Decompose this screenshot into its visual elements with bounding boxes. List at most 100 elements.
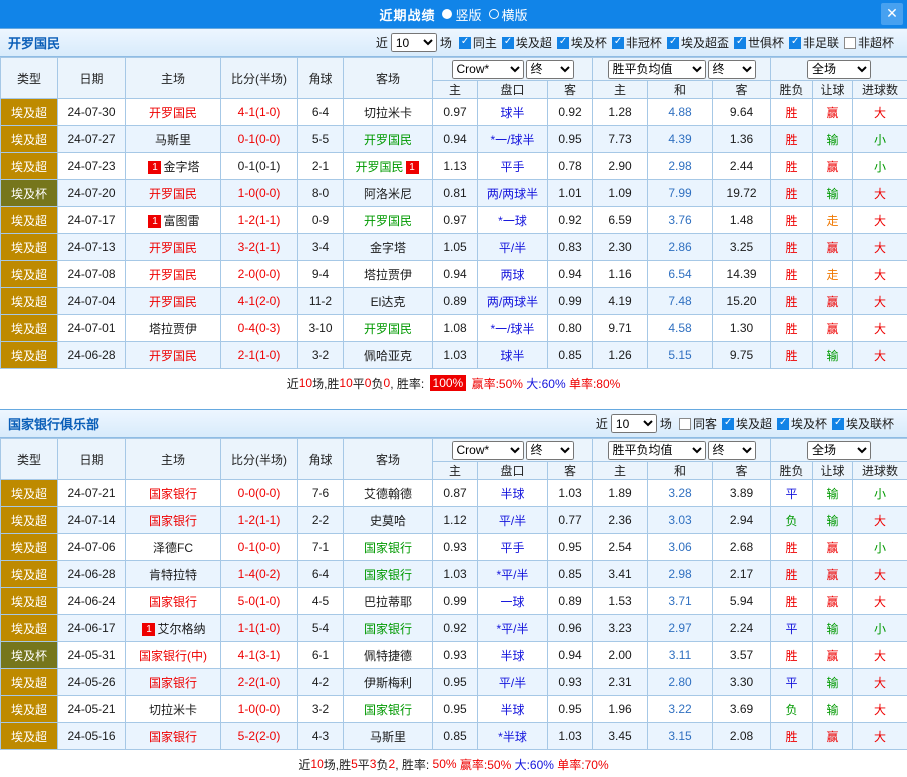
col-header-date: 日期 (58, 58, 126, 99)
avg-time-select[interactable]: 终 (708, 441, 756, 460)
checkbox-label: 非超杯 (858, 34, 894, 51)
close-icon[interactable]: ✕ (881, 3, 903, 25)
corner-score: 6-4 (298, 99, 344, 126)
filter-checkbox-0[interactable]: 同主 (459, 34, 497, 51)
checkbox-icon[interactable] (557, 37, 569, 49)
filter-checkbox-3[interactable]: 埃及联杯 (832, 415, 894, 432)
filter-checkbox-2[interactable]: 埃及杯 (777, 415, 827, 432)
filter-checkbox-0[interactable]: 同客 (679, 415, 717, 432)
checkbox-icon[interactable] (722, 418, 734, 430)
filter-checkbox-5[interactable]: 世俱杯 (734, 34, 784, 51)
match-date: 24-05-31 (58, 642, 126, 669)
home-team: 开罗国民 (126, 180, 221, 207)
layout-radio-vertical[interactable]: 竖版 (442, 5, 481, 24)
match-row: 埃及超24-07-04开罗国民4-1(2-0)11-2El达克0.89两/两球半… (1, 288, 907, 315)
team-label: 肯特拉特 (149, 568, 197, 582)
result-wdl: 负 (771, 696, 813, 723)
sub-header-odds-home: 主 (433, 81, 478, 99)
summary-segment: , 胜率: (390, 375, 427, 392)
home-team: 1富图雷 (126, 207, 221, 234)
sub-header-avg-draw: 和 (648, 462, 713, 480)
result-goals: 大 (853, 696, 907, 723)
odds-handicap: 两球 (478, 261, 548, 288)
match-row: 埃及超24-07-01塔拉贾伊0-4(0-3)3-10开罗国民1.08*一/球半… (1, 315, 907, 342)
team-label: 金字塔 (370, 241, 406, 255)
filter-checkbox-7[interactable]: 非超杯 (844, 34, 894, 51)
checkbox-icon[interactable] (832, 418, 844, 430)
home-team: 切拉米卡 (126, 696, 221, 723)
result-wdl: 胜 (771, 288, 813, 315)
avg-type-select[interactable]: 胜平负均值 (608, 441, 706, 460)
filter-checkbox-3[interactable]: 非冠杯 (612, 34, 662, 51)
match-score: 4-1(2-0) (221, 288, 298, 315)
sub-header-avg-away: 客 (713, 462, 771, 480)
match-score: 1-0(0-0) (221, 696, 298, 723)
match-type: 埃及超 (1, 723, 58, 750)
checkbox-icon[interactable] (667, 37, 679, 49)
checkbox-icon[interactable] (777, 418, 789, 430)
odds-source-select[interactable]: Crow* (452, 441, 524, 460)
odds-time-select[interactable]: 终 (526, 60, 574, 79)
col-header-corner: 角球 (298, 58, 344, 99)
scope-select[interactable]: 全场 (807, 60, 871, 79)
avg-time-select[interactable]: 终 (708, 60, 756, 79)
odds-home: 1.03 (433, 561, 478, 588)
checkbox-icon[interactable] (459, 37, 471, 49)
team-label: 史莫哈 (370, 514, 406, 528)
summary-segment: 赢率:50% (457, 756, 512, 773)
corner-score: 2-2 (298, 507, 344, 534)
checkbox-icon[interactable] (679, 418, 691, 430)
filter-checkbox-2[interactable]: 埃及杯 (557, 34, 607, 51)
matches-table: 类型 日期 主场 比分(半场) 角球 客场 Crow*终 胜平负均值终 全场 (0, 57, 907, 369)
layout-radio-horizontal[interactable]: 横版 (489, 5, 528, 24)
avg-draw-value: 3.03 (648, 507, 713, 534)
sub-header-result: 胜负 (771, 81, 813, 99)
checkbox-icon[interactable] (789, 37, 801, 49)
result-wdl: 负 (771, 507, 813, 534)
radio-selected-icon[interactable] (442, 9, 452, 19)
team-label: 佩特捷德 (364, 649, 412, 663)
checkbox-icon[interactable] (612, 37, 624, 49)
corner-score: 3-10 (298, 315, 344, 342)
team-label: 开罗国民 (149, 241, 197, 255)
topbar-center: 近期战绩 竖版 横版 (0, 5, 907, 24)
result-wdl: 平 (771, 480, 813, 507)
odds-source-select[interactable]: Crow* (452, 60, 524, 79)
match-count-select[interactable]: 10 (391, 33, 437, 52)
col-header-away: 客场 (344, 58, 433, 99)
checkbox-icon[interactable] (844, 37, 856, 49)
odds-away: 0.94 (548, 261, 593, 288)
away-team: 国家银行 (344, 534, 433, 561)
home-team: 开罗国民 (126, 99, 221, 126)
result-goals: 大 (853, 99, 907, 126)
result-handicap: 赢 (813, 561, 853, 588)
odds-home: 0.92 (433, 615, 478, 642)
result-handicap: 输 (813, 342, 853, 369)
checkbox-label: 埃及超盃 (681, 34, 729, 51)
odds-time-select[interactable]: 终 (526, 441, 574, 460)
avg-away-value: 5.94 (713, 588, 771, 615)
result-goals: 大 (853, 342, 907, 369)
result-handicap: 赢 (813, 723, 853, 750)
avg-type-select[interactable]: 胜平负均值 (608, 60, 706, 79)
checkbox-icon[interactable] (502, 37, 514, 49)
odds-home: 1.08 (433, 315, 478, 342)
home-team: 开罗国民 (126, 288, 221, 315)
sub-header-avg-home: 主 (593, 81, 648, 99)
odds-handicap: 平/半 (478, 234, 548, 261)
match-count-select[interactable]: 10 (611, 414, 657, 433)
filter-checkbox-6[interactable]: 非足联 (789, 34, 839, 51)
radio-unselected-icon[interactable] (489, 9, 499, 19)
result-wdl: 胜 (771, 642, 813, 669)
filter-checkbox-4[interactable]: 埃及超盃 (667, 34, 729, 51)
away-team: 金字塔 (344, 234, 433, 261)
match-date: 24-07-23 (58, 153, 126, 180)
checkbox-icon[interactable] (734, 37, 746, 49)
filter-checkbox-1[interactable]: 埃及超 (502, 34, 552, 51)
filter-checkbox-1[interactable]: 埃及超 (722, 415, 772, 432)
result-goals: 大 (853, 723, 907, 750)
odds-away: 0.95 (548, 534, 593, 561)
scope-select[interactable]: 全场 (807, 441, 871, 460)
odds-home: 0.93 (433, 534, 478, 561)
avg-home-value: 3.45 (593, 723, 648, 750)
